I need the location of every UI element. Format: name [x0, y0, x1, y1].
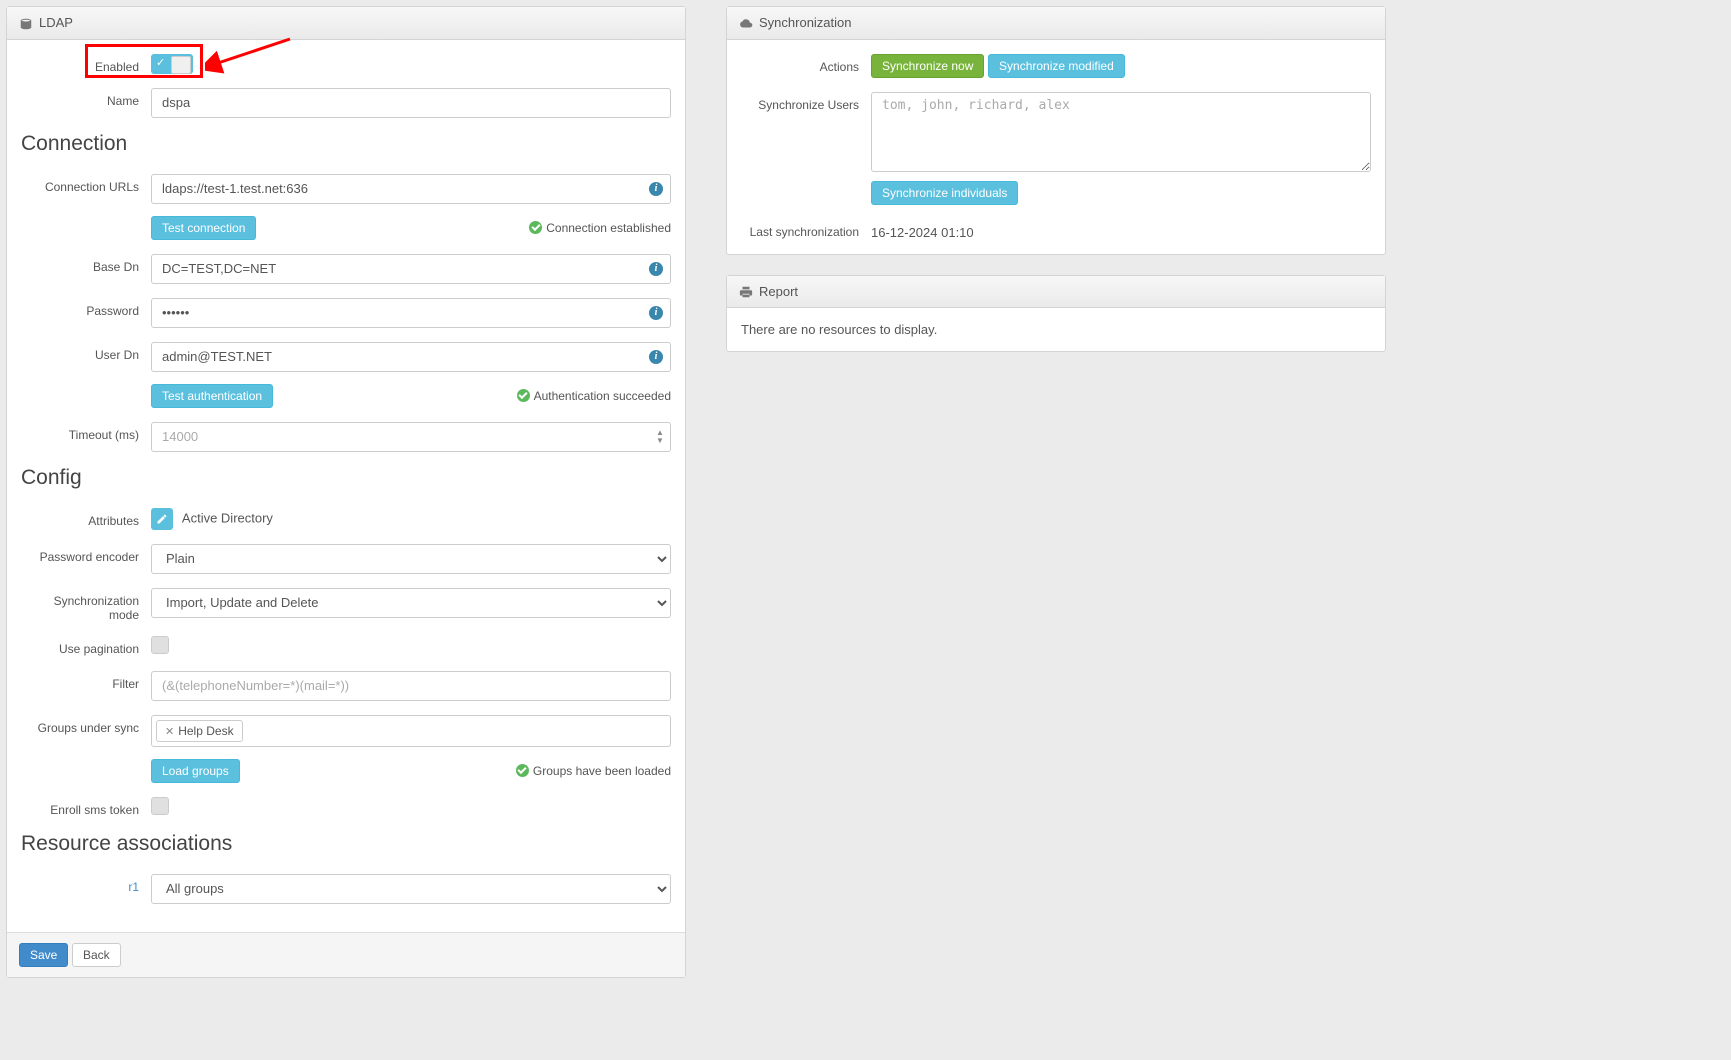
timeout-label: Timeout (ms) [21, 422, 151, 442]
r1-label[interactable]: r1 [21, 874, 151, 894]
ldap-panel: LDAP Enabled Name Connection [6, 6, 686, 978]
enroll-sms-checkbox[interactable] [151, 797, 169, 815]
config-section-title: Config [21, 466, 671, 490]
sync-panel: Synchronization Actions Synchronize now … [726, 6, 1386, 255]
ldap-panel-heading: LDAP [7, 7, 685, 40]
enroll-sms-label: Enroll sms token [21, 797, 151, 817]
edit-attributes-button[interactable] [151, 508, 173, 530]
info-icon[interactable]: i [649, 350, 663, 364]
enabled-label: Enabled [21, 54, 151, 74]
connection-urls-input[interactable] [151, 174, 671, 204]
remove-tag-icon[interactable]: ✕ [165, 726, 174, 738]
sync-now-button[interactable]: Synchronize now [871, 54, 984, 78]
actions-label: Actions [741, 54, 871, 74]
attributes-label: Attributes [21, 508, 151, 528]
check-icon [516, 764, 529, 777]
last-sync-label: Last synchronization [741, 219, 871, 239]
info-icon[interactable]: i [649, 262, 663, 276]
pwd-encoder-select[interactable]: Plain [151, 544, 671, 574]
group-tag[interactable]: ✕Help Desk [156, 720, 243, 742]
connection-urls-label: Connection URLs [21, 174, 151, 194]
report-panel: Report There are no resources to display… [726, 275, 1386, 353]
sync-users-label: Synchronize Users [741, 92, 871, 112]
back-button[interactable]: Back [72, 943, 121, 967]
ldap-panel-title: LDAP [39, 15, 73, 30]
sync-panel-title: Synchronization [759, 15, 852, 30]
name-input[interactable] [151, 88, 671, 118]
groups-status: Groups have been loaded [516, 764, 671, 778]
filter-label: Filter [21, 671, 151, 691]
pwd-encoder-label: Password encoder [21, 544, 151, 564]
cloud-icon [739, 15, 753, 31]
name-label: Name [21, 88, 151, 108]
disk-icon [19, 15, 33, 31]
use-pagination-checkbox[interactable] [151, 636, 169, 654]
ldap-footer: Save Back [7, 932, 685, 977]
sync-individuals-button[interactable]: Synchronize individuals [871, 181, 1018, 205]
connection-section-title: Connection [21, 132, 671, 156]
spinner-icon[interactable]: ▲▼ [653, 427, 667, 447]
resource-assoc-title: Resource associations [21, 832, 671, 856]
test-auth-button[interactable]: Test authentication [151, 384, 273, 408]
save-button[interactable]: Save [19, 943, 68, 967]
check-icon [517, 389, 530, 402]
groups-sync-label: Groups under sync [21, 715, 151, 735]
report-panel-heading: Report [727, 276, 1385, 309]
print-icon [739, 284, 753, 300]
test-connection-button[interactable]: Test connection [151, 216, 256, 240]
groups-sync-input[interactable]: ✕Help Desk [151, 715, 671, 747]
base-dn-input[interactable] [151, 254, 671, 284]
timeout-input[interactable] [151, 422, 671, 452]
password-input[interactable] [151, 298, 671, 328]
info-icon[interactable]: i [649, 182, 663, 196]
load-groups-button[interactable]: Load groups [151, 759, 240, 783]
sync-panel-heading: Synchronization [727, 7, 1385, 40]
use-pagination-label: Use pagination [21, 636, 151, 656]
report-empty-text: There are no resources to display. [741, 322, 937, 337]
attributes-value: Active Directory [182, 510, 273, 525]
enabled-toggle[interactable] [151, 54, 193, 74]
check-icon [529, 221, 542, 234]
last-sync-value: 16-12-2024 01:10 [871, 225, 974, 240]
sync-mode-select[interactable]: Import, Update and Delete [151, 588, 671, 618]
report-panel-title: Report [759, 284, 798, 299]
base-dn-label: Base Dn [21, 254, 151, 274]
password-label: Password [21, 298, 151, 318]
connection-status: Connection established [529, 221, 671, 235]
user-dn-label: User Dn [21, 342, 151, 362]
r1-select[interactable]: All groups [151, 874, 671, 904]
sync-users-textarea[interactable] [871, 92, 1371, 172]
info-icon[interactable]: i [649, 306, 663, 320]
sync-mode-label: Synchronization mode [21, 588, 151, 622]
user-dn-input[interactable] [151, 342, 671, 372]
sync-modified-button[interactable]: Synchronize modified [988, 54, 1125, 78]
filter-input[interactable] [151, 671, 671, 701]
auth-status: Authentication succeeded [517, 389, 671, 403]
